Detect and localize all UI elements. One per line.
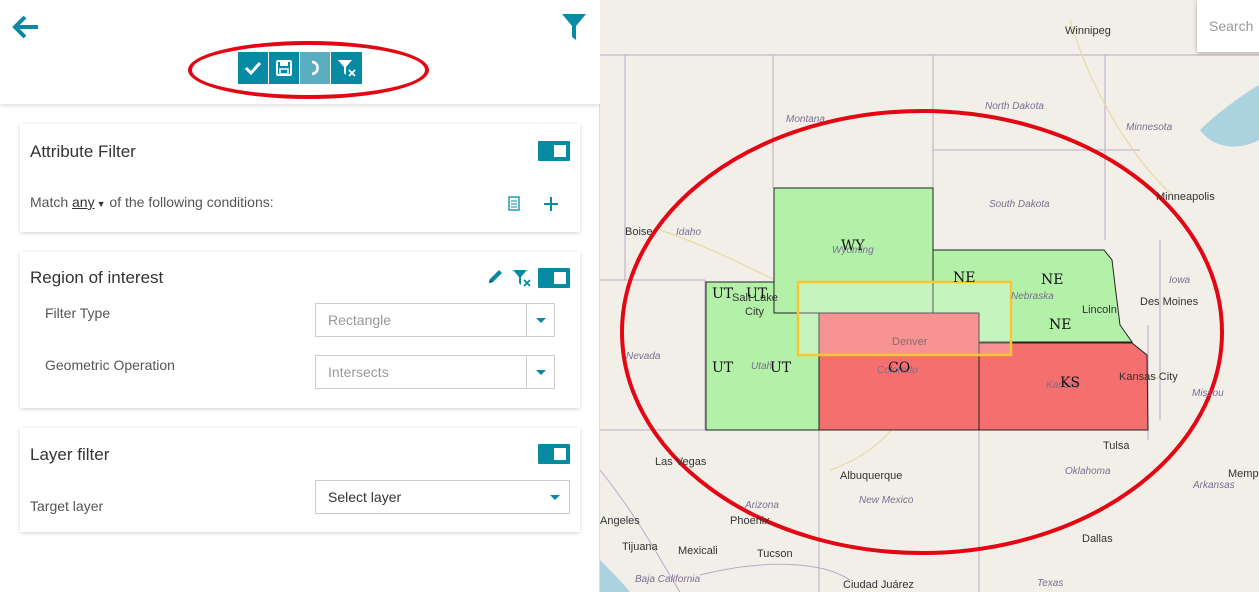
add-condition-icon[interactable] — [543, 196, 559, 217]
target-layer-value: Select layer — [328, 489, 402, 505]
city-ciudad-juarez: Ciudad Juárez — [843, 579, 914, 591]
match-suffix: of the following conditions: — [109, 194, 274, 210]
filter-panel: Attribute Filter Match any ▼ of the follo… — [0, 0, 600, 592]
target-layer-select[interactable]: Select layer — [315, 480, 570, 514]
layer-filter-toggle[interactable] — [538, 444, 570, 464]
geometric-operation-select[interactable]: Intersects — [315, 355, 555, 389]
chevron-down-icon: ▼ — [96, 199, 106, 209]
label-nevada: Nevada — [626, 351, 661, 362]
geometric-operation-value: Intersects — [328, 364, 389, 380]
city-des-moines: Des Moines — [1140, 296, 1199, 308]
match-any-value: any — [72, 194, 95, 210]
label-baja-california: Baja California — [635, 574, 701, 585]
clear-filter-button[interactable] — [331, 52, 362, 84]
feature-label-wy: WY — [841, 238, 865, 254]
city-mexicali: Mexicali — [678, 545, 718, 557]
pencil-icon[interactable] — [486, 268, 504, 291]
ocean-shape — [600, 560, 630, 592]
label-arkansas: Arkansas — [1193, 480, 1235, 491]
city-kansas-city: Kansas City — [1119, 371, 1178, 383]
city-lincoln: Lincoln — [1082, 304, 1117, 316]
label-missouri: Missou — [1192, 388, 1224, 399]
feature-label-ne-2: NE — [1041, 272, 1064, 288]
label-new-mexico: New Mexico — [859, 495, 914, 506]
label-utah: Utah — [751, 361, 773, 372]
city-boise: Boise — [625, 226, 653, 238]
label-texas: Texas — [1037, 578, 1064, 589]
city-tulsa: Tulsa — [1103, 440, 1130, 452]
region-of-interest-title: Region of interest — [30, 268, 164, 287]
city-los-angeles: Angeles — [600, 515, 640, 527]
feature-label-ne-3: NE — [1049, 317, 1072, 333]
layer-filter-card: Layer filter Target layer Select layer — [20, 428, 580, 532]
back-arrow-icon[interactable] — [12, 14, 40, 40]
lake-shape — [1200, 85, 1259, 147]
feature-label-co: CO — [888, 360, 911, 376]
chevron-down-icon — [526, 356, 554, 388]
city-dallas: Dallas — [1082, 533, 1113, 545]
filter-type-select[interactable]: Rectangle — [315, 303, 555, 337]
city-denver: Denver — [892, 336, 928, 348]
city-las-vegas: Las Vegas — [655, 456, 707, 468]
map-search-input[interactable] — [1197, 0, 1259, 52]
feature-label-ks: KS — [1060, 375, 1081, 391]
undo-button[interactable] — [300, 52, 331, 84]
attribute-filter-title: Attribute Filter — [30, 142, 136, 161]
feature-label-ut-4: UT — [770, 360, 792, 376]
region-of-interest-card: Region of interest Filter Type Rectangle… — [20, 252, 580, 408]
match-any-select[interactable]: any ▼ — [72, 194, 106, 210]
panel-header — [0, 0, 600, 104]
save-button[interactable] — [269, 52, 300, 84]
label-arizona: Arizona — [745, 500, 779, 511]
city-city: City — [745, 306, 764, 318]
attribute-filter-toggle[interactable] — [538, 141, 570, 161]
label-nebraska: Nebraska — [1011, 291, 1054, 302]
label-idaho: Idaho — [676, 227, 702, 238]
target-layer-label: Target layer — [30, 498, 104, 514]
feature-label-ne-1: NE — [953, 270, 976, 286]
match-condition-text: Match any ▼ of the following conditions: — [30, 194, 274, 210]
label-minnesota: Minnesota — [1126, 122, 1173, 133]
city-tucson: Tucson — [757, 548, 793, 560]
city-tijuana: Tijuana — [622, 541, 658, 553]
chevron-down-icon — [526, 304, 554, 336]
label-iowa: Iowa — [1169, 275, 1191, 286]
map-view[interactable]: Montana North Dakota Minnesota South Dak… — [600, 0, 1259, 592]
map-search-box[interactable] — [1197, 0, 1259, 52]
label-oklahoma: Oklahoma — [1065, 466, 1111, 477]
match-prefix: Match — [30, 194, 69, 210]
city-winnipeg: Winnipeg — [1065, 25, 1111, 37]
label-montana: Montana — [786, 114, 825, 125]
save-icon — [276, 60, 292, 76]
list-icon[interactable] — [508, 196, 520, 216]
chevron-down-icon — [541, 481, 569, 513]
filter-icon[interactable] — [561, 12, 587, 42]
city-albuquerque: Albuquerque — [840, 470, 903, 482]
undo-icon — [311, 60, 319, 76]
filter-type-label: Filter Type — [45, 305, 111, 321]
city-memphis: Memp — [1228, 468, 1259, 480]
check-icon — [244, 61, 262, 76]
filter-toolbar — [238, 52, 362, 84]
label-north-dakota: North Dakota — [985, 101, 1044, 112]
clear-filter-icon — [337, 60, 356, 77]
city-minneapolis: Minneapolis — [1156, 191, 1215, 203]
label-south-dakota: South Dakota — [989, 199, 1050, 210]
geometric-operation-label: Geometric Operation — [45, 357, 175, 373]
region-of-interest-toggle[interactable] — [538, 268, 570, 288]
attribute-filter-card: Attribute Filter Match any ▼ of the follo… — [20, 124, 580, 232]
feature-label-ut-1: UT — [712, 286, 734, 302]
layer-filter-title: Layer filter — [30, 445, 110, 464]
filter-type-value: Rectangle — [328, 312, 392, 328]
clear-region-filter-icon[interactable] — [512, 268, 532, 293]
feature-label-ut-2: UT — [746, 286, 768, 302]
apply-button[interactable] — [238, 52, 269, 84]
feature-label-ut-3: UT — [712, 360, 734, 376]
city-phoenix: Phoenix — [730, 515, 770, 527]
